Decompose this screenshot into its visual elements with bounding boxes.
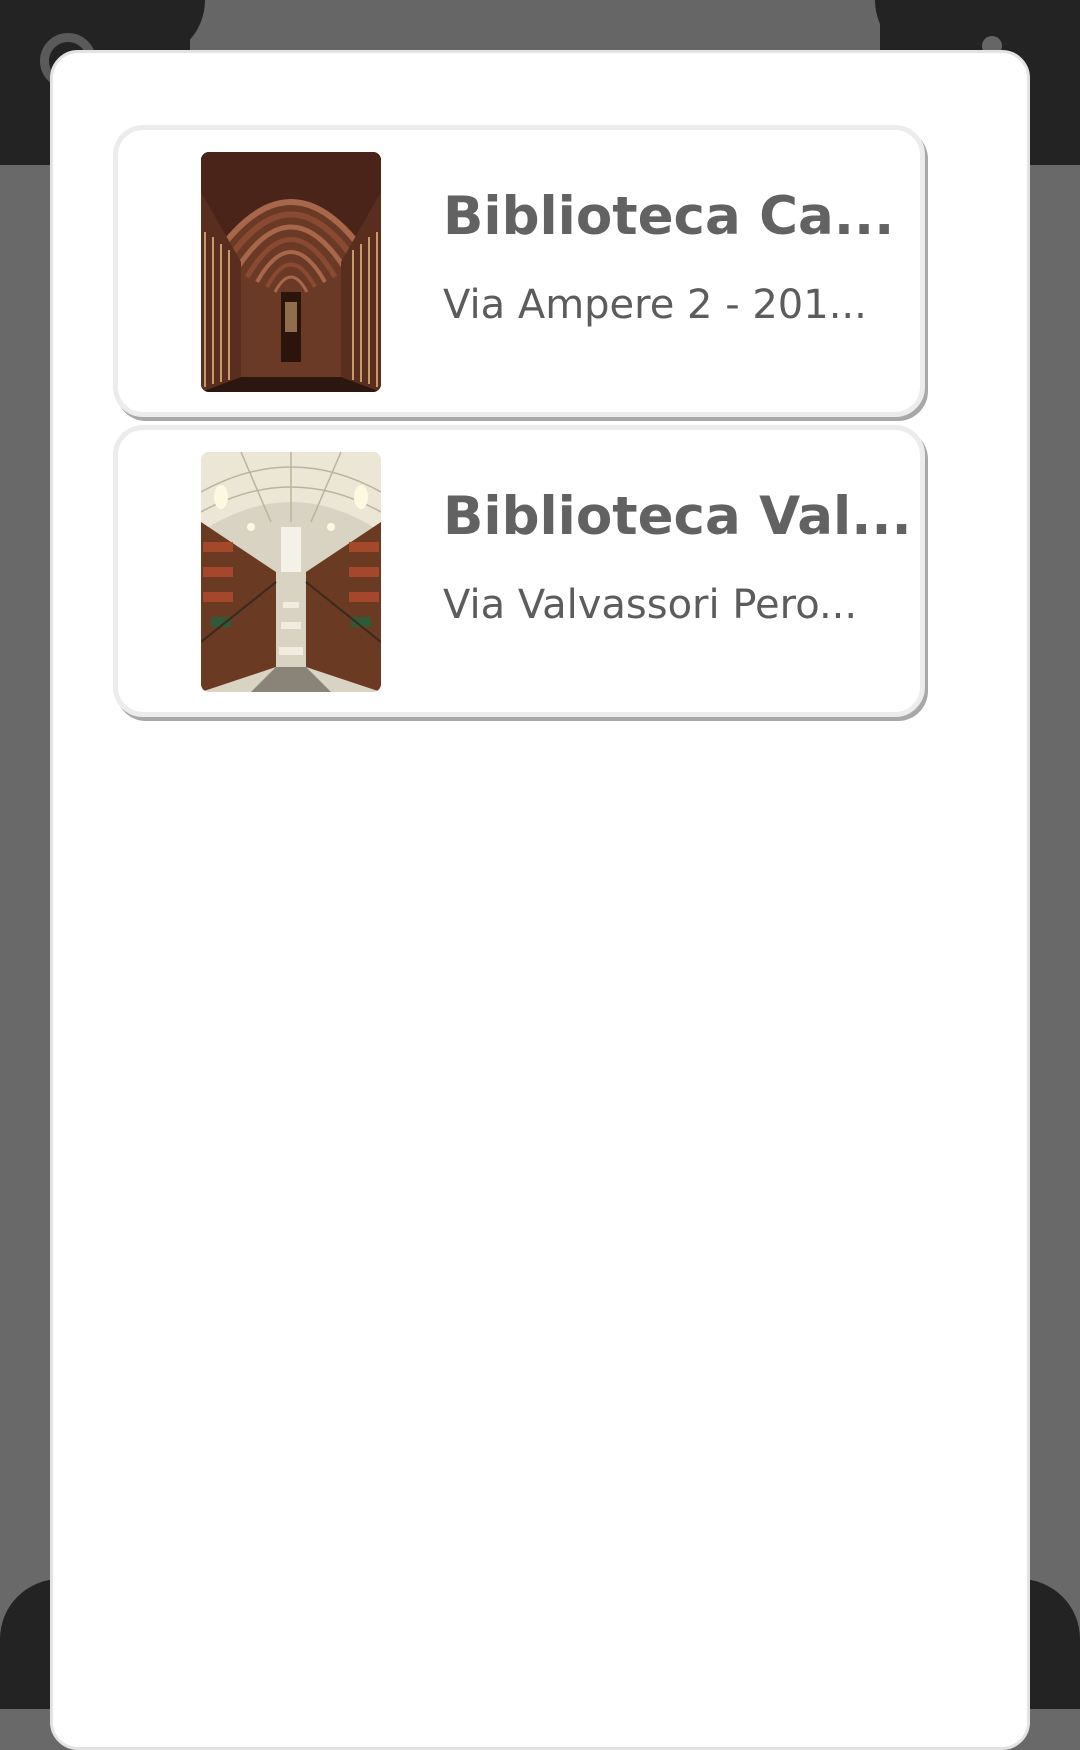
library-vaulted-hall-photo: [201, 152, 381, 392]
library-card-1[interactable]: Biblioteca Ca... Via Ampere 2 - 201...: [113, 125, 925, 417]
library-address: Via Valvassori Pero...: [443, 582, 858, 628]
library-reading-room-photo: [201, 452, 381, 692]
library-name: Biblioteca Val...: [443, 486, 912, 547]
background-top-bar-center: [190, 0, 880, 52]
library-card-2[interactable]: Biblioteca Val... Via Valvassori Pero...: [113, 425, 925, 717]
library-name: Biblioteca Ca...: [443, 186, 895, 247]
library-list: Biblioteca Ca... Via Ampere 2 - 201... B…: [113, 125, 925, 725]
library-address: Via Ampere 2 - 201...: [443, 282, 867, 328]
library-list-dialog: Biblioteca Ca... Via Ampere 2 - 201... B…: [50, 50, 1030, 1750]
